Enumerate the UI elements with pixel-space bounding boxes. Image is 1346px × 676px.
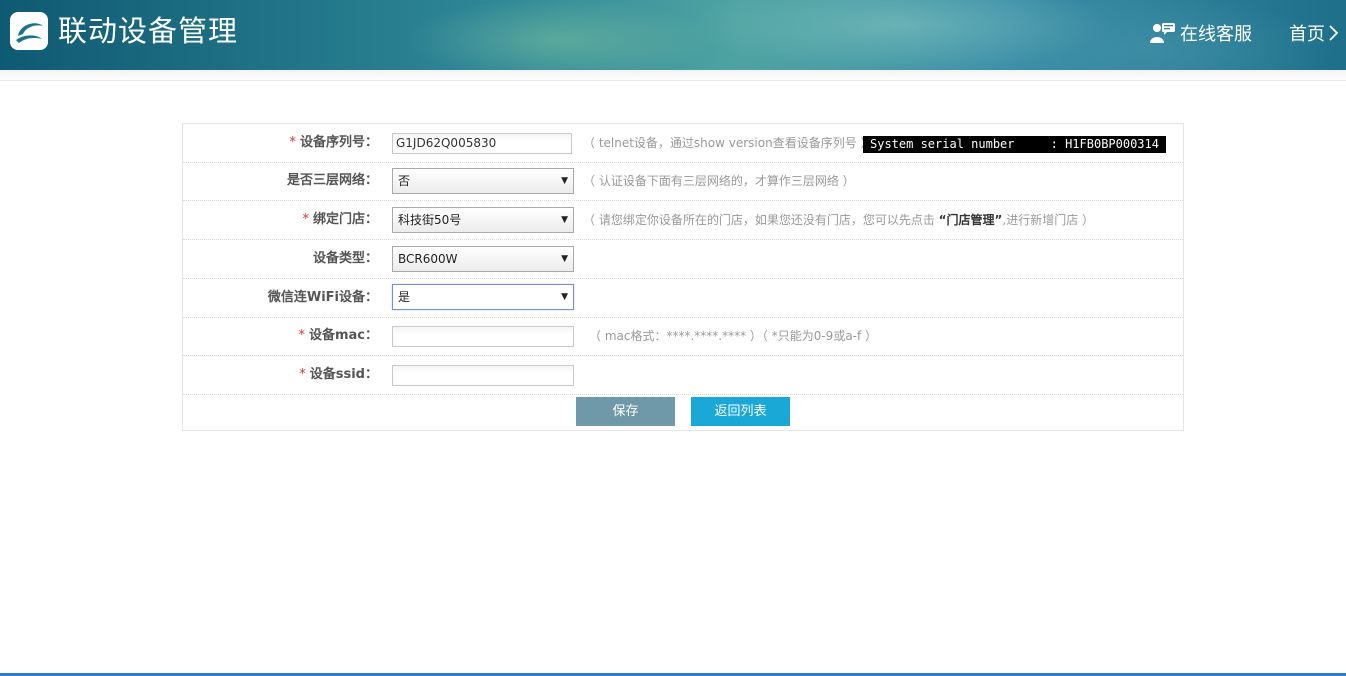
dropdown-arrow-icon: ▼ [561, 215, 568, 225]
store-label: * 绑定门店： [302, 212, 378, 227]
app-title: 联动设备管理 [58, 14, 239, 48]
dropdown-arrow-icon: ▼ [561, 292, 568, 302]
back-to-list-button[interactable]: 返回列表 [691, 397, 790, 426]
dropdown-arrow-icon: ▼ [561, 176, 568, 186]
required-mark: * [298, 328, 305, 343]
header-banner: 联动设备管理 在线客服 首页 [0, 0, 1346, 70]
device-form: * 设备序列号： G1JD62Q005830 （ telnet设备，通过show … [182, 123, 1184, 431]
serial-row: * 设备序列号： G1JD62Q005830 （ telnet设备，通过show … [183, 124, 1183, 163]
store-row: * 绑定门店： 科技街50号 ▼ （ 请您绑定你设备所在的门店，如果您还没有门店，您… [183, 201, 1183, 240]
mac-input[interactable] [392, 326, 574, 347]
store-management-link[interactable]: “门店管理” [939, 213, 1003, 227]
chevron-right-icon [1329, 25, 1338, 41]
save-button[interactable]: 保存 [576, 397, 675, 426]
layer3-select[interactable]: 否 ▼ [392, 168, 574, 194]
device-type-label: 设备类型： [312, 251, 378, 266]
store-select[interactable]: 科技街50号 ▼ [392, 207, 574, 233]
ssid-row: * 设备ssid： [183, 356, 1183, 395]
mac-hint: （ mac格式：****.****.**** ）（ *只能为0-9或a-f ） [589, 329, 878, 343]
customer-service-icon [1150, 23, 1175, 43]
store-hint: （ 请您绑定你设备所在的门店，如果您还没有门店，您可以先点击 “门店管理”,进行… [583, 213, 1095, 227]
layer3-label: 是否三层网络： [286, 173, 378, 188]
wechat-wifi-select[interactable]: 是 ▼ [392, 284, 574, 310]
customer-service-link[interactable]: 在线客服 [1150, 19, 1252, 47]
home-label: 首页 [1289, 24, 1325, 45]
logo-icon [10, 12, 48, 50]
layer3-hint: （ 认证设备下面有三层网络的，才算作三层网络 ） [583, 174, 855, 188]
customer-service-label: 在线客服 [1180, 24, 1252, 45]
layer3-row: 是否三层网络： 否 ▼ （ 认证设备下面有三层网络的，才算作三层网络 ） [183, 162, 1183, 201]
device-type-select[interactable]: BCR600W ▼ [392, 246, 574, 272]
serial-hint: （ telnet设备，通过show version查看设备序列号 ） [583, 136, 873, 150]
wechat-wifi-row: 微信连WiFi设备： 是 ▼ [183, 279, 1183, 318]
serial-input[interactable]: G1JD62Q005830 [392, 133, 572, 154]
button-bar: 保存 返回列表 [183, 392, 1183, 430]
device-type-row: 设备类型： BCR600W ▼ [183, 240, 1183, 279]
dropdown-arrow-icon: ▼ [561, 254, 568, 264]
serial-sample-output: System serial number : H1FB0BP000314 [863, 136, 1166, 153]
header-shadow [0, 70, 1346, 81]
required-mark: * [302, 212, 309, 227]
wechat-wifi-label: 微信连WiFi设备： [267, 290, 378, 305]
ssid-input[interactable] [392, 365, 574, 386]
ssid-label: * 设备ssid： [299, 367, 378, 382]
home-link[interactable]: 首页 [1289, 19, 1338, 47]
required-mark: * [289, 135, 296, 150]
serial-label: * 设备序列号： [289, 135, 378, 150]
required-mark: * [299, 367, 306, 382]
mac-row: * 设备mac： （ mac格式：****.****.**** ）（ *只能为0-… [183, 317, 1183, 356]
mac-label: * 设备mac： [298, 328, 378, 343]
